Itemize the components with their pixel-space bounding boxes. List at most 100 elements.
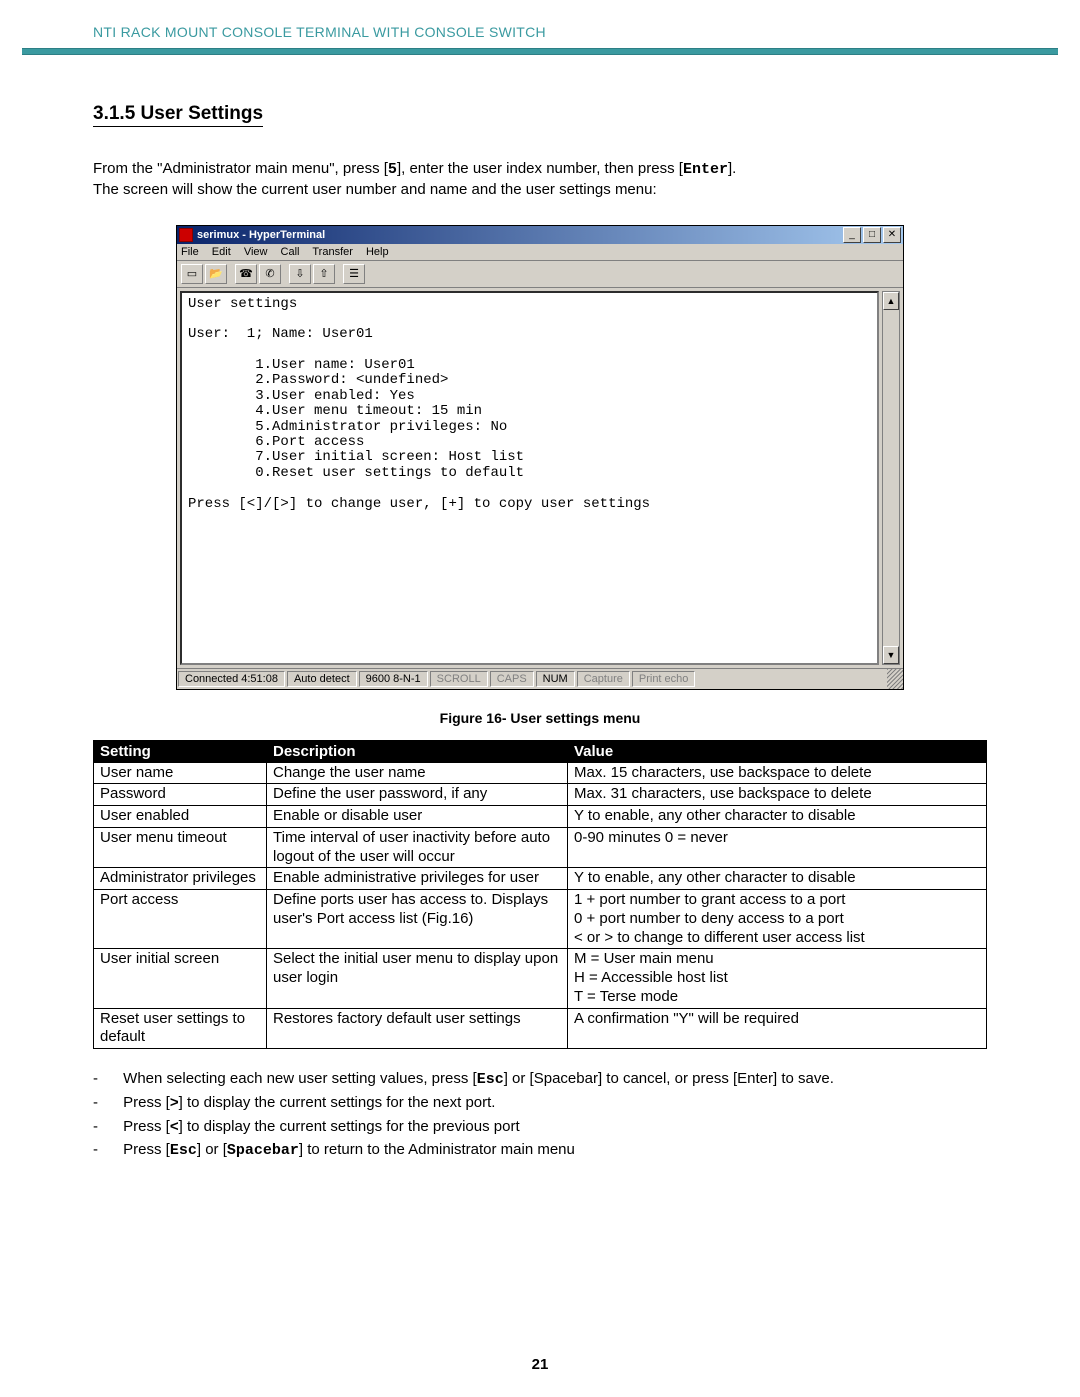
menu-file[interactable]: File (181, 246, 199, 258)
note-item: Press [Esc] or [Spacebar] to return to t… (119, 1138, 987, 1162)
scroll-up-icon[interactable]: ▲ (883, 292, 899, 310)
table-row: PasswordDefine the user password, if any… (94, 784, 987, 806)
table-cell: A confirmation "Y" will be required (568, 1008, 987, 1049)
table-row: User enabledEnable or disable userY to e… (94, 806, 987, 828)
terminal-viewport[interactable]: User settings User: 1; Name: User01 1.Us… (180, 291, 879, 665)
menu-call[interactable]: Call (281, 246, 300, 258)
table-cell: Change the user name (267, 762, 568, 784)
note-text: ] to display the current settings for th… (179, 1094, 496, 1111)
table-cell: Administrator privileges (94, 868, 267, 890)
note-text: ] or [Spacebar] to cancel, or press [Ent… (504, 1070, 834, 1087)
table-cell: Restores factory default user settings (267, 1008, 568, 1049)
menu-edit[interactable]: Edit (212, 246, 231, 258)
status-autodetect: Auto detect (287, 671, 357, 687)
status-connected: Connected 4:51:08 (178, 671, 285, 687)
key-esc: Esc (170, 1142, 197, 1159)
table-cell: Time interval of user inactivity before … (267, 827, 568, 868)
minimize-button[interactable]: _ (843, 227, 861, 243)
status-num: NUM (536, 671, 575, 687)
maximize-button[interactable]: □ (863, 227, 881, 243)
menu-transfer[interactable]: Transfer (312, 246, 353, 258)
status-capture: Capture (577, 671, 630, 687)
resize-grip-icon[interactable] (887, 669, 903, 689)
new-file-icon[interactable]: ▭ (181, 264, 203, 284)
send-icon[interactable]: ⇩ (289, 264, 311, 284)
table-row: Administrator privilegesEnable administr… (94, 868, 987, 890)
window-title-bar[interactable]: serimux - HyperTerminal _ □ ✕ (177, 226, 903, 244)
notes-list: When selecting each new user setting val… (93, 1067, 987, 1162)
note-text: Press [ (123, 1141, 170, 1158)
scrollbar-vertical[interactable]: ▲ ▼ (882, 291, 900, 665)
status-scroll: SCROLL (430, 671, 488, 687)
table-cell: Define the user password, if any (267, 784, 568, 806)
note-text: ] to display the current settings for th… (179, 1118, 520, 1135)
note-item: Press [>] to display the current setting… (119, 1091, 987, 1114)
table-cell: User name (94, 762, 267, 784)
intro-text: From the "Administrator main menu", pres… (93, 160, 388, 177)
key-gt: > (170, 1094, 179, 1111)
menu-view[interactable]: View (244, 246, 268, 258)
key-spacebar: Spacebar (227, 1142, 299, 1159)
disconnect-icon[interactable]: ✆ (259, 264, 281, 284)
table-cell: Port access (94, 890, 267, 949)
status-bar: Connected 4:51:08 Auto detect 9600 8-N-1… (177, 668, 903, 689)
menu-help[interactable]: Help (366, 246, 389, 258)
table-row: User nameChange the user nameMax. 15 cha… (94, 762, 987, 784)
open-file-icon[interactable]: 📂 (205, 264, 227, 284)
settings-table: Setting Description Value User nameChang… (93, 740, 987, 1050)
status-baud: 9600 8-N-1 (359, 671, 428, 687)
col-value: Value (568, 740, 987, 762)
table-cell: M = User main menu H = Accessible host l… (568, 949, 987, 1008)
section-heading: 3.1.5 User Settings (93, 103, 263, 127)
status-caps: CAPS (490, 671, 534, 687)
col-setting: Setting (94, 740, 267, 762)
table-cell: Max. 31 characters, use backspace to del… (568, 784, 987, 806)
table-cell: Y to enable, any other character to disa… (568, 806, 987, 828)
table-cell: Reset user settings to default (94, 1008, 267, 1049)
page-content: 3.1.5 User Settings From the "Administra… (0, 55, 1080, 1202)
connect-icon[interactable]: ☎ (235, 264, 257, 284)
key-enter: Enter (683, 161, 728, 178)
figure-caption: Figure 16- User settings menu (93, 710, 987, 726)
key-esc: Esc (477, 1071, 504, 1088)
window-title: serimux - HyperTerminal (197, 229, 841, 241)
note-text: Press [ (123, 1094, 170, 1111)
table-row: Port accessDefine ports user has access … (94, 890, 987, 949)
intro-text: ], enter the user index number, then pre… (397, 160, 683, 177)
scroll-down-icon[interactable]: ▼ (883, 646, 899, 664)
hyperterminal-window: serimux - HyperTerminal _ □ ✕ File Edit … (176, 225, 904, 690)
table-cell: Password (94, 784, 267, 806)
page-header-banner: NTI RACK MOUNT CONSOLE TERMINAL WITH CON… (0, 0, 1080, 44)
table-row: User initial screenSelect the initial us… (94, 949, 987, 1008)
key-5: 5 (388, 161, 397, 178)
table-cell: Y to enable, any other character to disa… (568, 868, 987, 890)
app-icon (179, 228, 193, 242)
table-cell: User initial screen (94, 949, 267, 1008)
table-row: Reset user settings to defaultRestores f… (94, 1008, 987, 1049)
table-cell: User menu timeout (94, 827, 267, 868)
note-text: When selecting each new user setting val… (123, 1070, 477, 1087)
table-cell: Define ports user has access to. Display… (267, 890, 568, 949)
note-text: ] to return to the Administrator main me… (299, 1141, 575, 1158)
table-cell: Enable or disable user (267, 806, 568, 828)
close-button[interactable]: ✕ (883, 227, 901, 243)
note-item: When selecting each new user setting val… (119, 1067, 987, 1091)
receive-icon[interactable]: ⇧ (313, 264, 335, 284)
table-cell: Max. 15 characters, use backspace to del… (568, 762, 987, 784)
col-description: Description (267, 740, 568, 762)
note-item: Press [<] to display the current setting… (119, 1115, 987, 1138)
table-cell: 1 + port number to grant access to a por… (568, 890, 987, 949)
table-cell: 0-90 minutes 0 = never (568, 827, 987, 868)
menu-bar[interactable]: File Edit View Call Transfer Help (177, 244, 903, 261)
intro-text: ]. (728, 160, 736, 177)
toolbar: ▭ 📂 ☎ ✆ ⇩ ⇧ ☰ (177, 261, 903, 288)
table-cell: User enabled (94, 806, 267, 828)
intro-paragraph: From the "Administrator main menu", pres… (93, 159, 987, 201)
properties-icon[interactable]: ☰ (343, 264, 365, 284)
status-printecho: Print echo (632, 671, 696, 687)
terminal-text: User settings User: 1; Name: User01 1.Us… (182, 293, 877, 516)
table-cell: Select the initial user menu to display … (267, 949, 568, 1008)
key-lt: < (170, 1118, 179, 1135)
header-rule (22, 48, 1058, 55)
note-text: Press [ (123, 1118, 170, 1135)
